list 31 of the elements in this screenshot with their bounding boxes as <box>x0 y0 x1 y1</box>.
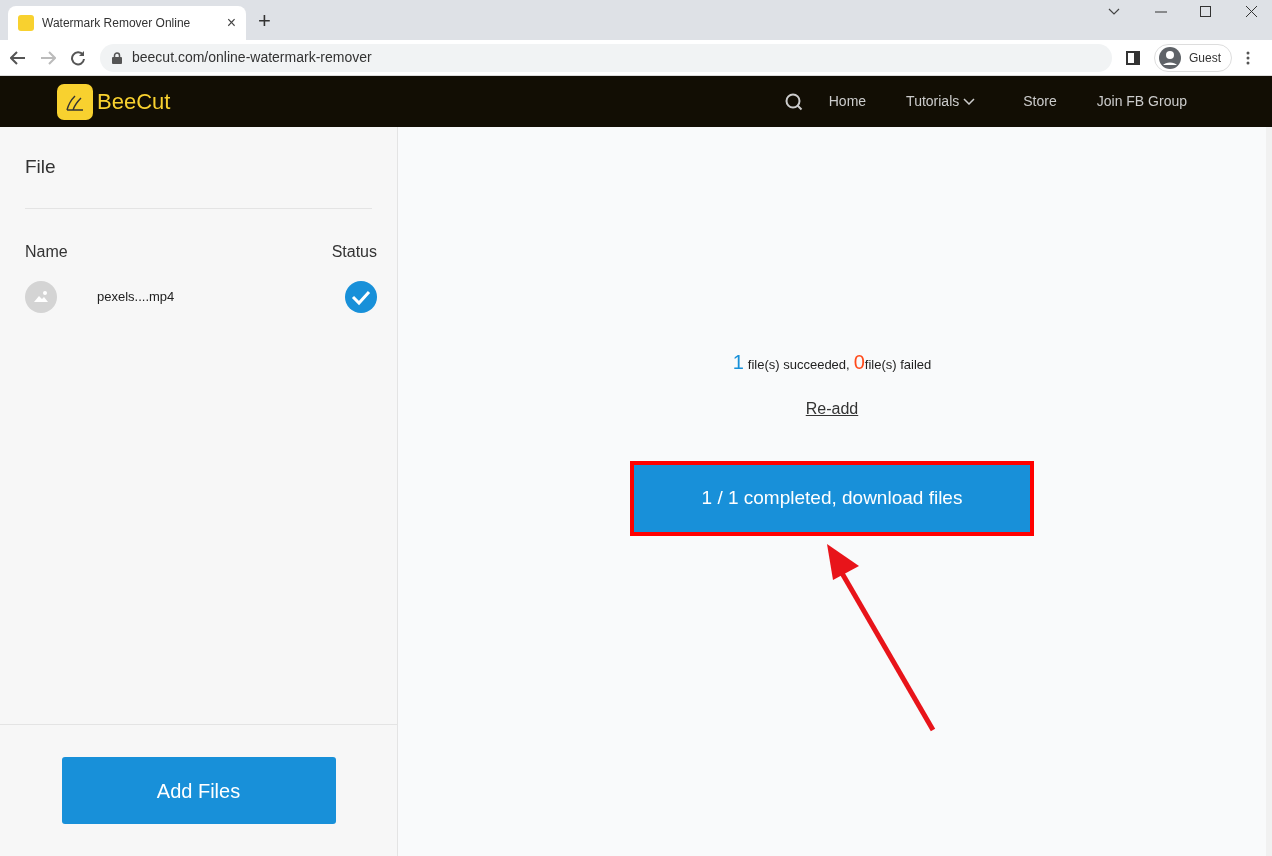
image-thumbnail-icon <box>25 281 57 313</box>
nav-link[interactable]: Store <box>1023 91 1057 112</box>
column-header: Name <box>25 242 68 262</box>
column-header: Status <box>331 242 377 262</box>
browser-tab[interactable]: Watermark Remover Online × <box>8 6 246 40</box>
panel-title: File <box>25 155 56 180</box>
menu-icon[interactable] <box>1246 50 1250 65</box>
nav-link[interactable]: Tutorials <box>906 91 976 112</box>
tab-title: Watermark Remover Online <box>42 15 192 32</box>
url-text: beecut.com/online-watermark-remover <box>132 48 372 67</box>
address-bar[interactable]: beecut.com/online-watermark-remover <box>100 43 1112 72</box>
maximize-icon[interactable] <box>1200 6 1211 17</box>
close-tab-button[interactable]: × <box>226 11 236 35</box>
brand-name[interactable]: BeeCut <box>97 85 171 118</box>
back-icon[interactable] <box>10 50 26 65</box>
reload-icon[interactable] <box>70 49 86 66</box>
success-text: file(s) succeeded, <box>747 356 850 374</box>
failed-text: file(s) failed <box>864 357 932 374</box>
lock-icon <box>112 51 122 64</box>
success-count: 1 <box>732 350 744 375</box>
nav-link[interactable]: Home <box>828 91 867 112</box>
failed-count: 0 <box>853 350 865 375</box>
nav-link[interactable]: Join FB Group <box>1096 91 1187 112</box>
side-panel-icon[interactable] <box>1126 50 1140 65</box>
re-add-link[interactable]: Re-add <box>805 397 859 421</box>
file-name: pexels....mp4 <box>97 288 176 307</box>
new-tab-button[interactable]: + <box>258 6 271 36</box>
search-icon[interactable] <box>784 92 803 111</box>
close-icon[interactable] <box>1246 6 1257 17</box>
person-icon <box>1159 46 1181 69</box>
chevron-down-icon <box>963 98 976 105</box>
